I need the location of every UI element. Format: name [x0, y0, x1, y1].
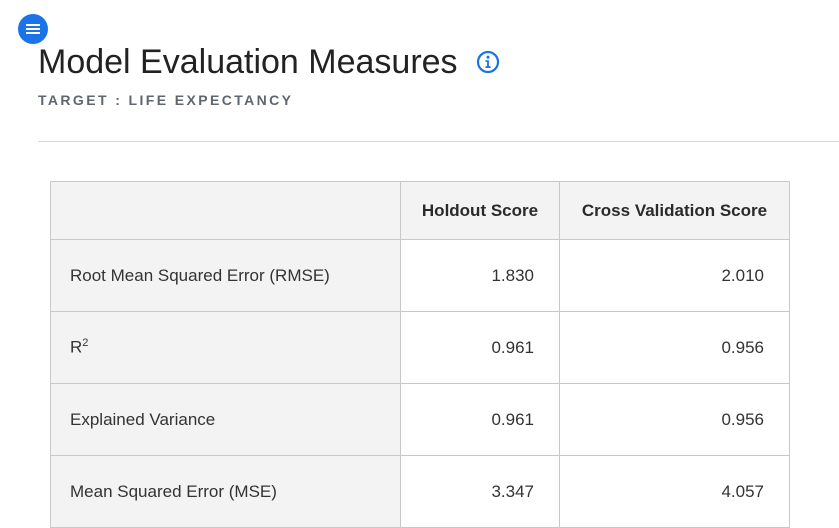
- info-icon[interactable]: [476, 50, 500, 74]
- cv-score: 0.956: [559, 383, 790, 456]
- metric-name: Explained Variance: [50, 383, 401, 456]
- column-header-cv: Cross Validation Score: [559, 181, 790, 240]
- cv-score: 2.010: [559, 239, 790, 312]
- table-row: Mean Squared Error (MSE) 3.347 4.057: [50, 455, 790, 528]
- column-header-holdout: Holdout Score: [400, 181, 560, 240]
- table-row: Explained Variance 0.961 0.956: [50, 383, 790, 456]
- target-subtitle: TARGET : LIFE EXPECTANCY: [38, 92, 294, 108]
- holdout-score: 3.347: [400, 455, 560, 528]
- table-row: R2 0.961 0.956: [50, 311, 790, 384]
- holdout-score: 1.830: [400, 239, 560, 312]
- cv-score: 0.956: [559, 311, 790, 384]
- table-header-row: Holdout Score Cross Validation Score: [50, 181, 790, 240]
- evaluation-table: Holdout Score Cross Validation Score Roo…: [50, 181, 790, 528]
- divider: [38, 141, 839, 142]
- metric-name-text: R: [70, 337, 83, 357]
- cv-score: 4.057: [559, 455, 790, 528]
- metric-superscript: 2: [82, 337, 89, 350]
- metric-name: Mean Squared Error (MSE): [50, 455, 401, 528]
- evaluation-table-container: Holdout Score Cross Validation Score Roo…: [50, 181, 790, 528]
- title-row: Model Evaluation Measures: [38, 40, 500, 84]
- holdout-score: 0.961: [400, 383, 560, 456]
- column-header-metric: [50, 181, 401, 240]
- hamburger-menu-icon: [26, 24, 40, 34]
- table-row: Root Mean Squared Error (RMSE) 1.830 2.0…: [50, 239, 790, 312]
- metric-name: Root Mean Squared Error (RMSE): [50, 239, 401, 312]
- metric-name: R2: [50, 311, 401, 384]
- page-title: Model Evaluation Measures: [38, 43, 458, 81]
- holdout-score: 0.961: [400, 311, 560, 384]
